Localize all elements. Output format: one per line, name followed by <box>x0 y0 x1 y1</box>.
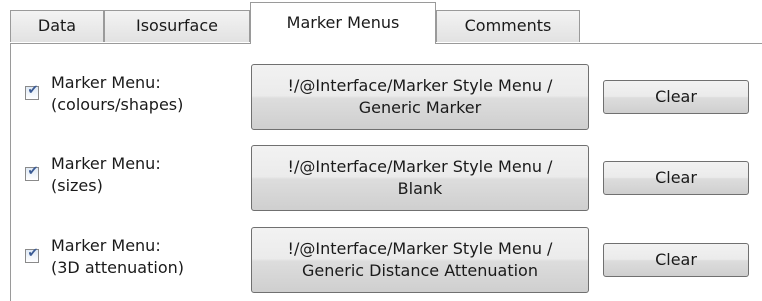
checkmark-icon: ✔ <box>27 164 39 179</box>
sizes-menu-button[interactable]: !/@Interface/Marker Style Menu / Blank <box>251 145 589 211</box>
attenuation-menu-button[interactable]: !/@Interface/Marker Style Menu / Generic… <box>251 227 589 293</box>
menu-path-line-1: !/@Interface/Marker Style Menu / <box>287 157 553 176</box>
colours-shapes-menu-button[interactable]: !/@Interface/Marker Style Menu / Generic… <box>251 64 589 130</box>
checkmark-icon: ✔ <box>27 83 39 98</box>
menu-path-line-2: Blank <box>397 179 443 198</box>
tab-comments[interactable]: Comments <box>436 10 580 42</box>
marker-menus-panel: ✔ Marker Menu: (colours/shapes) !/@Inter… <box>10 43 762 301</box>
label-line-2: (sizes) <box>51 176 103 195</box>
tab-marker-menus[interactable]: Marker Menus <box>250 2 436 44</box>
label-line-1: Marker Menu: <box>51 236 161 255</box>
tab-data[interactable]: Data <box>10 10 104 42</box>
attenuation-label: Marker Menu: (3D attenuation) <box>51 235 231 279</box>
sizes-label: Marker Menu: (sizes) <box>51 153 231 197</box>
menu-path-line-1: !/@Interface/Marker Style Menu / <box>287 76 553 95</box>
menu-path-line-2: Generic Distance Attenuation <box>302 261 538 280</box>
menu-path-line-1: !/@Interface/Marker Style Menu / <box>287 239 553 258</box>
tab-bar: Data Isosurface Marker Menus Comments <box>10 0 762 44</box>
sizes-clear-button[interactable]: Clear <box>603 161 749 195</box>
colours-shapes-checkbox[interactable]: ✔ <box>25 83 39 100</box>
attenuation-clear-button[interactable]: Clear <box>603 243 749 277</box>
sizes-checkbox[interactable]: ✔ <box>25 164 39 181</box>
label-line-1: Marker Menu: <box>51 73 161 92</box>
properties-window: Data Isosurface Marker Menus Comments ✔ … <box>0 0 762 301</box>
marker-menu-row-sizes: ✔ Marker Menu: (sizes) !/@Interface/Mark… <box>11 145 762 215</box>
menu-path-line-2: Generic Marker <box>358 98 482 117</box>
label-line-2: (3D attenuation) <box>51 258 184 277</box>
label-line-1: Marker Menu: <box>51 154 161 173</box>
marker-menu-row-3d-attenuation: ✔ Marker Menu: (3D attenuation) !/@Inter… <box>11 227 762 297</box>
label-line-2: (colours/shapes) <box>51 95 184 114</box>
colours-shapes-label: Marker Menu: (colours/shapes) <box>51 72 231 116</box>
attenuation-checkbox[interactable]: ✔ <box>25 246 39 263</box>
marker-menu-row-colours-shapes: ✔ Marker Menu: (colours/shapes) !/@Inter… <box>11 64 762 134</box>
checkmark-icon: ✔ <box>27 246 39 261</box>
tab-isosurface[interactable]: Isosurface <box>104 10 250 42</box>
colours-shapes-clear-button[interactable]: Clear <box>603 80 749 114</box>
